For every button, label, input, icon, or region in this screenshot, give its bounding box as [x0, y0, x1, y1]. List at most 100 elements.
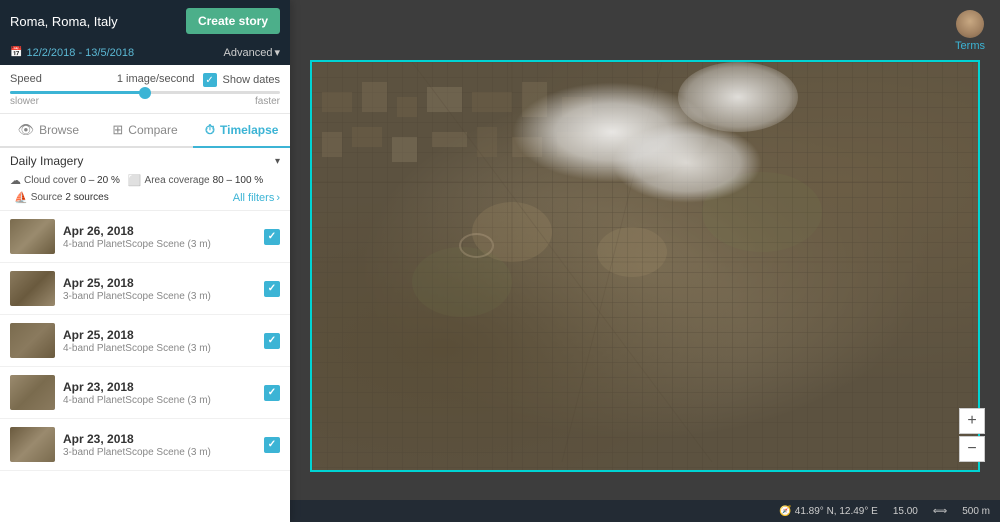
speed-slider[interactable]: slower faster [10, 91, 280, 107]
item-info: Apr 26, 2018 4-band PlanetScope Scene (3… [63, 224, 256, 250]
item-info: Apr 25, 2018 3-band PlanetScope Scene (3… [63, 276, 256, 302]
imagery-dropdown-arrow[interactable]: ▾ [275, 156, 280, 167]
item-checkbox[interactable] [264, 229, 280, 245]
thumbnail [10, 375, 55, 410]
list-item[interactable]: Apr 25, 2018 4-band PlanetScope Scene (3… [0, 315, 290, 367]
item-date: Apr 26, 2018 [63, 224, 256, 238]
cloud-2 [612, 123, 762, 203]
thumb-image [10, 323, 55, 358]
item-desc: 4-band PlanetScope Scene (3 m) [63, 343, 256, 354]
area-value: 80 – 100 % [213, 175, 264, 186]
user-avatar[interactable] [956, 10, 984, 38]
speed-value: 1 image/second [117, 73, 195, 85]
item-date: Apr 23, 2018 [63, 380, 256, 394]
imagery-type-label: Daily Imagery [10, 154, 83, 168]
item-checkbox[interactable] [264, 281, 280, 297]
date-range[interactable]: 📅 12/2/2018 - 13/5/2018 [10, 47, 134, 59]
timelapse-icon: ⏱ [205, 122, 215, 138]
show-dates-checkbox[interactable] [203, 73, 217, 87]
area-icon: ⬜ [128, 174, 142, 187]
chevron-down-icon: ▾ [274, 46, 280, 59]
compass-indicator: 🧭 41.89° N, 12.49° E [779, 506, 878, 517]
source-value: 2 sources [65, 192, 108, 203]
tab-browse[interactable]: 👁 Browse [0, 114, 97, 146]
filter-bar: Daily Imagery ▾ ☁ Cloud cover 0 – 20 % ⬜… [0, 148, 290, 211]
zoom-in-button[interactable]: + [959, 408, 985, 434]
show-dates-row: Show dates [203, 73, 280, 87]
area-label: Area coverage [145, 175, 210, 186]
tab-timelapse[interactable]: ⏱ Timelapse [193, 114, 290, 148]
compare-label: Compare [128, 123, 177, 137]
cloud-value: 0 – 20 % [80, 175, 119, 186]
thumbnail [10, 427, 55, 462]
item-desc: 3-band PlanetScope Scene (3 m) [63, 291, 256, 302]
source-label: Source [31, 192, 63, 203]
list-item[interactable]: Apr 25, 2018 3-band PlanetScope Scene (3… [0, 263, 290, 315]
item-info: Apr 23, 2018 4-band PlanetScope Scene (3… [63, 380, 256, 406]
list-item[interactable]: Apr 23, 2018 4-band PlanetScope Scene (3… [0, 367, 290, 419]
item-desc: 3-band PlanetScope Scene (3 m) [63, 447, 256, 458]
item-desc: 4-band PlanetScope Scene (3 m) [63, 395, 256, 406]
item-checkbox[interactable] [264, 333, 280, 349]
list-item[interactable]: Apr 26, 2018 4-band PlanetScope Scene (3… [0, 211, 290, 263]
imagery-type-row: Daily Imagery ▾ [10, 154, 280, 168]
faster-label: faster [255, 96, 280, 107]
location-text: Roma, Roma, Italy [10, 14, 118, 29]
scale-text: 500 m [962, 506, 990, 517]
cloud-cover-chip[interactable]: ☁ Cloud cover 0 – 20 % [10, 174, 120, 187]
thumbnail [10, 323, 55, 358]
item-checkbox[interactable] [264, 437, 280, 453]
advanced-button[interactable]: Advanced ▾ [224, 46, 280, 59]
calendar-icon: 📅 [10, 47, 22, 58]
image-list[interactable]: Apr 26, 2018 4-band PlanetScope Scene (3… [0, 211, 290, 522]
sidebar: Roma, Roma, Italy Create story 📅 12/2/20… [0, 0, 290, 522]
tab-compare[interactable]: ⊞ Compare [97, 114, 194, 146]
zoom-controls: + − [959, 408, 985, 462]
speed-control: Speed 1 image/second Show dates slower f… [0, 65, 290, 114]
item-info: Apr 23, 2018 3-band PlanetScope Scene (3… [63, 432, 256, 458]
create-story-button[interactable]: Create story [186, 8, 280, 34]
tabs-row: 👁 Browse ⊞ Compare ⏱ Timelapse [0, 114, 290, 148]
show-dates-label: Show dates [223, 74, 280, 86]
app-container: Roma, Roma, Italy Create story 📅 12/2/20… [0, 0, 1000, 522]
item-date: Apr 23, 2018 [63, 432, 256, 446]
terms-label[interactable]: Terms [955, 40, 985, 52]
filter-chips: ☁ Cloud cover 0 – 20 % ⬜ Area coverage 8… [10, 174, 280, 204]
browse-icon: 👁 [18, 122, 35, 138]
item-date: Apr 25, 2018 [63, 276, 256, 290]
thumb-image [10, 219, 55, 254]
date-range-bar: 📅 12/2/2018 - 13/5/2018 Advanced ▾ [0, 42, 290, 65]
zoom-level-text: 15.00 [893, 506, 918, 517]
scale-icon: ⟺ [933, 506, 947, 517]
user-avatar-image [956, 10, 984, 38]
thumbnail [10, 219, 55, 254]
speed-label: Speed [10, 73, 42, 85]
all-filters-button[interactable]: All filters › [233, 192, 280, 204]
slider-thumb[interactable] [139, 87, 151, 99]
zoom-out-button[interactable]: − [959, 436, 985, 462]
coordinates-text: 41.89° N, 12.49° E [795, 506, 878, 517]
list-item[interactable]: Apr 23, 2018 3-band PlanetScope Scene (3… [0, 419, 290, 471]
slider-fill [10, 91, 145, 94]
sidebar-header: Roma, Roma, Italy Create story [0, 0, 290, 42]
thumb-image [10, 375, 55, 410]
item-checkbox[interactable] [264, 385, 280, 401]
thumb-image [10, 427, 55, 462]
source-icon: ⛵ [14, 191, 28, 204]
map-area[interactable]: Terms + − 🧭 41.89° N, 12.49° E 15.00 ⟺ 5… [290, 0, 1000, 522]
terms-area[interactable]: Terms [955, 10, 985, 52]
compare-icon: ⊞ [112, 122, 123, 138]
date-range-text: 12/2/2018 - 13/5/2018 [26, 47, 134, 59]
cloud-label: Cloud cover [24, 175, 77, 186]
timelapse-label: Timelapse [220, 123, 278, 137]
cloud-3 [678, 62, 798, 132]
map-imagery-bounds [310, 60, 980, 472]
map-background: Terms + − 🧭 41.89° N, 12.49° E 15.00 ⟺ 5… [290, 0, 1000, 522]
thumbnail [10, 271, 55, 306]
compass-icon: 🧭 [779, 506, 791, 517]
item-desc: 4-band PlanetScope Scene (3 m) [63, 239, 256, 250]
colosseum-marker [459, 233, 494, 258]
area-coverage-chip[interactable]: ⬜ Area coverage 80 – 100 % [128, 174, 263, 187]
source-chip[interactable]: ⛵ Source 2 sources [14, 191, 109, 204]
browse-label: Browse [39, 123, 79, 137]
